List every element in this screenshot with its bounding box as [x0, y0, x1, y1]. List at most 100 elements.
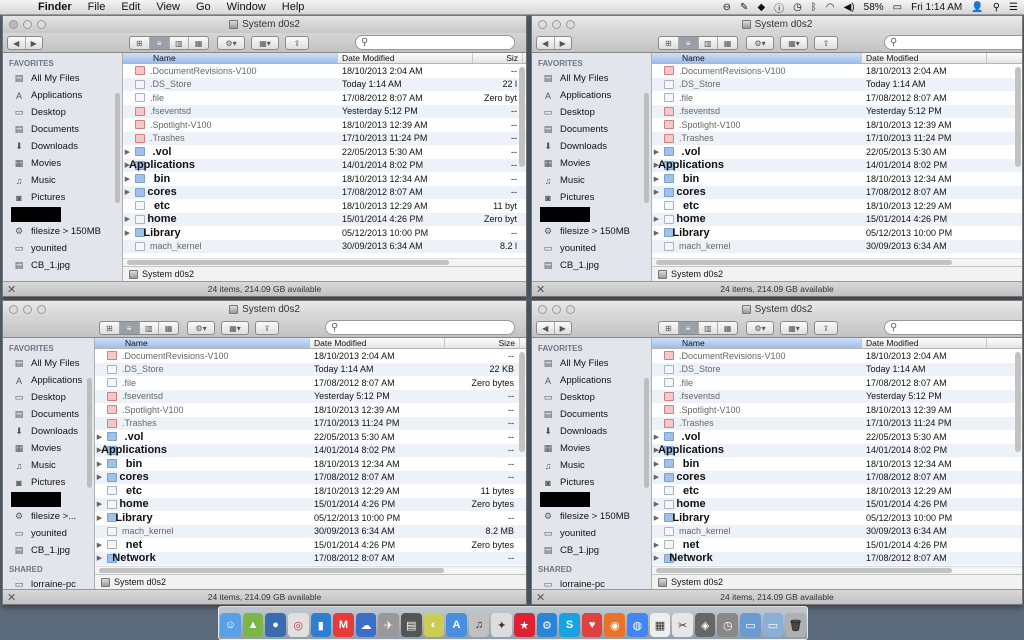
menu-file[interactable]: File [80, 1, 114, 13]
sync-icon[interactable]: ⊖ [723, 2, 731, 13]
firefox-dock-icon[interactable]: ◉ [604, 613, 626, 637]
file-row[interactable]: .Spotlight-V100 18/10/2013 12:39 AM [652, 403, 1022, 417]
sidebar-item[interactable]: ▭ younited [532, 240, 651, 257]
close-button[interactable] [9, 20, 18, 29]
title-bar[interactable]: System d0s2 [532, 301, 1022, 318]
menu-view[interactable]: View [148, 1, 188, 13]
search-field[interactable]: ⚲ [884, 35, 1022, 50]
close-button[interactable] [538, 20, 547, 29]
share-button[interactable]: ⇪ [814, 321, 838, 335]
back-icon[interactable]: ◀ [537, 37, 555, 49]
list-view-icon[interactable]: ≡ [678, 322, 699, 334]
view-mode-buttons[interactable]: ⊞ ≡ ▥ ▦ [658, 36, 738, 50]
trash-dock-icon[interactable]: 🗑 [785, 613, 806, 637]
folder-dock-icon[interactable]: ▭ [762, 613, 784, 637]
sidebar-item[interactable]: ◙ Pictures [532, 474, 651, 491]
time-machine-dock-icon[interactable]: ◷ [717, 613, 739, 637]
app-dock-icon[interactable]: ★ [514, 613, 535, 637]
icon-view-icon[interactable]: ⊞ [130, 37, 150, 49]
app-dock-icon[interactable]: ✂ [672, 613, 693, 637]
column-view-icon[interactable]: ▥ [170, 37, 190, 49]
app-dock-icon[interactable]: ✈ [378, 613, 399, 637]
app-dock-icon[interactable]: ✦ [491, 613, 512, 637]
sidebar-item[interactable]: ▦ Movies [532, 155, 651, 172]
sidebar-item[interactable]: A Applications [3, 372, 94, 389]
close-icon[interactable]: ✕ [536, 591, 545, 604]
bluetooth-icon[interactable]: ᛒ [811, 2, 817, 13]
minimize-button[interactable] [552, 305, 561, 314]
zoom-button[interactable] [37, 20, 46, 29]
sidebar-scrollbar[interactable] [644, 93, 649, 203]
icon-view-icon[interactable]: ⊞ [659, 37, 679, 49]
file-row[interactable]: ▶ Library 05/12/2013 10:00 PM [652, 511, 1022, 525]
horizontal-scrollbar[interactable] [652, 566, 1022, 574]
zoom-button[interactable] [566, 20, 575, 29]
arrange-button[interactable]: ▦▾ [221, 321, 249, 335]
coverflow-view-icon[interactable]: ▦ [718, 37, 737, 49]
sidebar-item[interactable]: ◙ Pictures [532, 189, 651, 206]
arrange-button[interactable]: ▦▾ [780, 36, 808, 50]
file-row[interactable]: .DS_Store Today 1:14 AM 22 KB [95, 362, 526, 376]
wifi-icon[interactable]: ◠ [826, 2, 835, 13]
search-field[interactable]: ⚲ [325, 320, 515, 335]
action-button[interactable]: ⚙▾ [746, 36, 774, 50]
sidebar-item[interactable]: ▤ CB_1.jpg [3, 257, 122, 274]
sidebar-item[interactable]: A Applications [532, 87, 651, 104]
app-dock-icon[interactable]: ◐ [423, 613, 445, 637]
arrange-button[interactable]: ▦▾ [251, 36, 279, 50]
date-column-header[interactable]: Date Modified [338, 53, 473, 63]
sidebar-item[interactable]: ♫ Music [3, 457, 94, 474]
sidebar-item[interactable]: ♫ Music [532, 457, 651, 474]
file-row[interactable]: mach_kernel 30/09/2013 6:34 AM 8.2 l [123, 239, 526, 253]
name-column-header[interactable]: Name [95, 338, 310, 348]
name-column-header[interactable]: Name [123, 53, 338, 63]
icon-view-icon[interactable]: ⊞ [659, 322, 679, 334]
sidebar-item[interactable]: ▤ All My Files [532, 355, 651, 372]
sidebar-item[interactable]: ▭ Desktop [3, 104, 122, 121]
sidebar-item[interactable]: ◙ Pictures [3, 474, 94, 491]
file-row[interactable]: .DS_Store Today 1:14 AM [652, 362, 1022, 376]
menu-edit[interactable]: Edit [113, 1, 148, 13]
cloud-dock-icon[interactable]: ☁ [355, 613, 377, 637]
vertical-scrollbar[interactable] [519, 352, 525, 452]
menu-help[interactable]: Help [274, 1, 313, 13]
app-dock-icon[interactable]: ◎ [287, 613, 309, 637]
list-view-icon[interactable]: ≡ [119, 322, 140, 334]
file-row[interactable]: ▶ Library 05/12/2013 10:00 PM [652, 226, 1022, 240]
share-button[interactable]: ⇪ [285, 36, 309, 50]
sidebar-item[interactable]: ▦ Movies [3, 155, 122, 172]
sidebar-item-shared[interactable]: ▭ lorraine-pc [3, 576, 94, 589]
search-field[interactable]: ⚲ [355, 35, 515, 50]
app-dock-icon[interactable]: ▲ [242, 613, 264, 637]
list-view-icon[interactable]: ≡ [678, 37, 699, 49]
file-row[interactable]: .Spotlight-V100 18/10/2013 12:39 AM -- [123, 118, 526, 132]
sidebar-scrollbar[interactable] [87, 378, 92, 488]
file-row[interactable]: .DS_Store Today 1:14 AM 22 l [123, 77, 526, 91]
name-column-header[interactable]: Name [652, 338, 862, 348]
battery-icon[interactable]: ▭ [893, 2, 902, 13]
minimize-button[interactable] [552, 20, 561, 29]
date-column-header[interactable]: Date Modified [862, 338, 987, 348]
horizontal-scrollbar[interactable] [652, 258, 1022, 266]
disclosure-triangle-icon[interactable]: ▶ [95, 554, 104, 562]
time-machine-icon[interactable]: ◷ [793, 2, 802, 13]
tools-icon[interactable]: ✎ [740, 2, 748, 13]
back-icon[interactable]: ◀ [537, 322, 555, 334]
itunes-dock-icon[interactable]: ♫ [468, 613, 490, 637]
sidebar-item[interactable]: ⬇ Downloads [532, 423, 651, 440]
info-icon[interactable]: ⓘ [774, 0, 784, 15]
sidebar-item[interactable]: ▭ Desktop [532, 104, 651, 121]
sidebar-item[interactable]: ▦ Movies [3, 440, 94, 457]
file-row[interactable]: .Spotlight-V100 18/10/2013 12:39 AM -- [95, 403, 526, 417]
folder-dock-icon[interactable]: ▭ [740, 613, 761, 637]
user-icon[interactable]: 👤 [971, 2, 983, 13]
sidebar-item[interactable]: ▭ Desktop [532, 389, 651, 406]
sidebar-item[interactable]: ◙ Pictures [3, 189, 122, 206]
close-icon[interactable]: ✕ [536, 283, 545, 296]
forward-icon[interactable]: ▶ [555, 37, 572, 49]
close-button[interactable] [9, 305, 18, 314]
sidebar-item[interactable]: ⚙ filesize >... [3, 508, 94, 525]
title-bar[interactable]: System d0s2 [3, 16, 526, 33]
menu-window[interactable]: Window [219, 1, 274, 13]
sidebar-item[interactable]: ▭ younited [532, 525, 651, 542]
